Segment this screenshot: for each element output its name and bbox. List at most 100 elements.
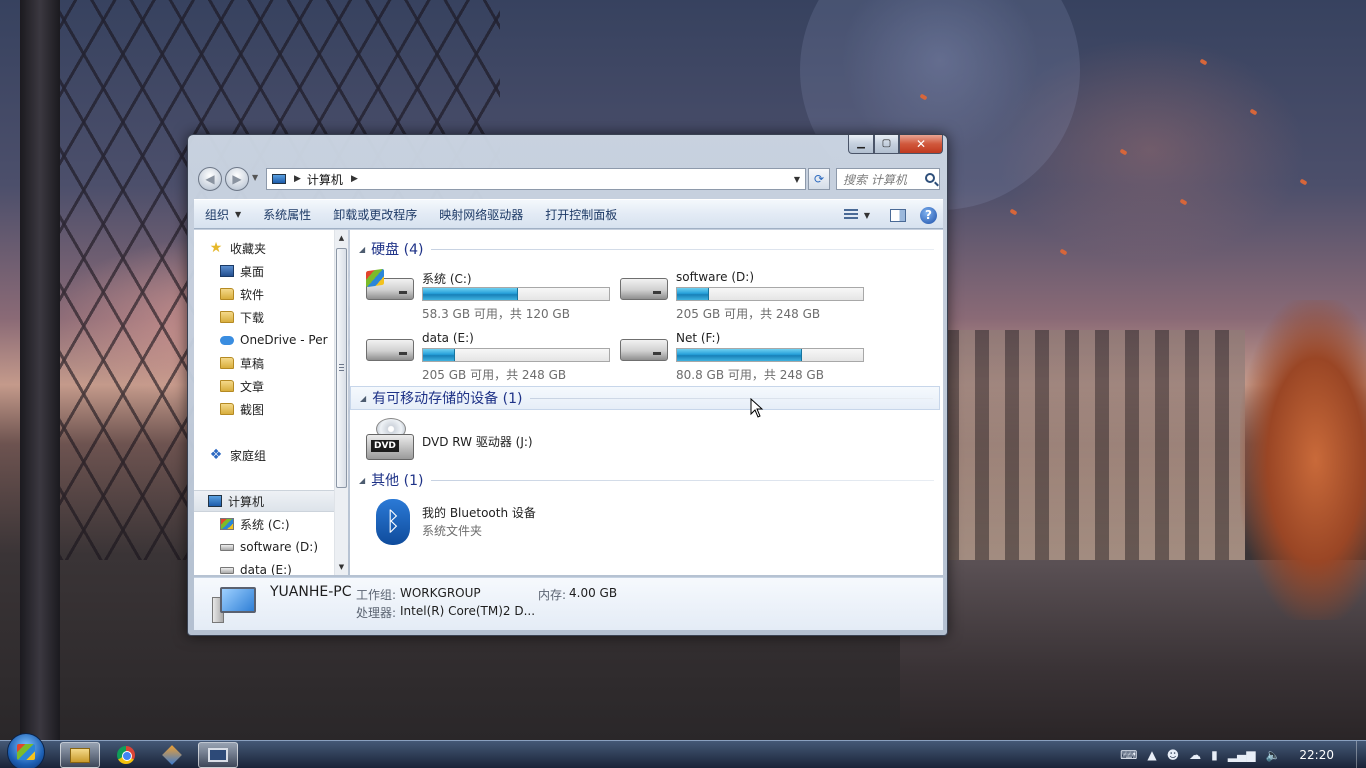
drive-item-f[interactable]: Net (F:) 80.8 GB 可用，共 248 GB (604, 325, 864, 382)
search-icon[interactable] (925, 173, 935, 183)
taskbar-chrome[interactable] (106, 742, 146, 768)
memory-label: 内存: (538, 588, 567, 602)
refresh-button[interactable]: ⟳ (808, 168, 830, 190)
power-icon[interactable]: ▮ (1211, 749, 1218, 761)
close-button[interactable]: ✕ (899, 135, 943, 154)
scroll-up-icon[interactable]: ▲ (335, 230, 348, 246)
nav-item-homegroup[interactable]: ❖ 家庭组 (208, 444, 344, 466)
nav-item-drive-e[interactable]: data (E:) (220, 559, 348, 575)
collapse-arrow-icon[interactable]: ◢ (359, 476, 365, 485)
nav-item-label: 下载 (240, 310, 265, 325)
command-bar: 组织 ▼ 系统属性 卸载或更改程序 映射网络驱动器 打开控制面板 ▼ ? (194, 199, 943, 229)
drive-name: data (E:) (422, 331, 474, 345)
show-desktop-button[interactable] (1356, 741, 1366, 768)
address-bar[interactable]: ▶ 计算机 ▶ ▼ (266, 168, 806, 190)
system-properties-button[interactable]: 系统属性 (252, 199, 322, 229)
uninstall-program-button[interactable]: 卸载或更改程序 (322, 199, 428, 229)
drive-item-d[interactable]: software (D:) 205 GB 可用，共 248 GB (604, 264, 864, 321)
navpane-scrollbar[interactable]: ▲ ▼ (334, 230, 348, 575)
wallpaper-building (945, 330, 1245, 570)
back-button[interactable]: ◀ (198, 167, 222, 191)
wallpaper-leaf (1199, 58, 1208, 66)
drive-free-space: 80.8 GB 可用，共 248 GB (676, 368, 824, 382)
help-icon[interactable]: ? (920, 206, 937, 224)
nav-item-desktop[interactable]: 桌面 (220, 260, 348, 282)
drive-item-c[interactable]: 系统 (C:) 58.3 GB 可用，共 120 GB (350, 264, 610, 321)
collapse-arrow-icon[interactable]: ◢ (359, 245, 365, 254)
show-hidden-icons-icon[interactable]: ▲ (1147, 749, 1156, 761)
drive-item-e[interactable]: data (E:) 205 GB 可用，共 248 GB (350, 325, 610, 382)
explorer-window[interactable]: ▁ ▢ ✕ ◀ ▶ ▼ ▶ 计算机 ▶ ▼ ⟳ 搜索 计算机 组织 ▼ 系统属性… (187, 134, 948, 636)
preview-pane-icon[interactable] (890, 208, 906, 222)
minimize-button[interactable]: ▁ (848, 135, 874, 154)
nav-item-drafts[interactable]: 草稿 (220, 352, 348, 374)
group-header-hard-disks[interactable]: ◢ 硬盘 (4) (350, 237, 940, 261)
content-pane: ◢ 硬盘 (4) 系统 (C:) 58.3 GB 可用，共 120 GB sof… (350, 230, 943, 575)
taskbar-app[interactable] (152, 742, 192, 768)
collapse-arrow-icon[interactable]: ◢ (360, 394, 366, 403)
drive-name: 系统 (C:) (422, 272, 472, 286)
maximize-button[interactable]: ▢ (874, 135, 899, 154)
windows-drive-icon (220, 518, 234, 530)
organize-button[interactable]: 组织 ▼ (194, 199, 252, 229)
dvd-drive-icon: DVD (366, 418, 414, 464)
breadcrumb-computer[interactable]: 计算机 (307, 171, 343, 188)
computer-icon (208, 495, 222, 507)
nav-item-label: 系统 (C:) (240, 517, 290, 532)
bluetooth-devices-item[interactable]: ᛒ 我的 Bluetooth 设备 系统文件夹 (350, 496, 600, 548)
nav-item-label: 桌面 (240, 264, 265, 279)
network-icon[interactable]: ▂▄▆ (1228, 749, 1256, 761)
breadcrumb-arrow-icon[interactable]: ▶ (351, 174, 358, 184)
drive-icon (220, 543, 234, 551)
drive-usage-fill (677, 349, 802, 361)
group-header-other[interactable]: ◢ 其他 (1) (350, 468, 940, 492)
dvd-drive-item[interactable]: DVD DVD RW 驱动器 (J:) (350, 410, 600, 466)
keyboard-icon[interactable]: ⌨ (1120, 749, 1137, 761)
nav-item-favorites[interactable]: ★ 收藏夹 (208, 237, 344, 259)
taskbar-clock[interactable]: 22:20 (1299, 748, 1334, 762)
hard-drive-icon (366, 339, 414, 361)
drive-name: Net (F:) (676, 331, 721, 345)
wallpaper-leaf (1249, 108, 1258, 116)
nav-item-onedrive[interactable]: OneDrive - Per (220, 329, 332, 351)
map-network-drive-button[interactable]: 映射网络驱动器 (428, 199, 534, 229)
breadcrumb-arrow-icon[interactable]: ▶ (294, 174, 301, 184)
group-header-removable[interactable]: ◢ 有可移动存储的设备 (1) (350, 386, 940, 410)
change-view-icon[interactable] (843, 209, 858, 221)
processor-value: Intel(R) Core(TM)2 D... (400, 604, 536, 618)
nav-item-downloads[interactable]: 下载 (220, 306, 348, 328)
qq-icon[interactable]: ☻ (1167, 749, 1180, 761)
chevron-down-icon: ▼ (235, 209, 242, 219)
forward-button[interactable]: ▶ (225, 167, 249, 191)
nav-item-drive-c[interactable]: 系统 (C:) (220, 513, 348, 535)
recent-pages-dropdown[interactable]: ▼ (252, 173, 258, 182)
nav-item-label: data (E:) (240, 563, 292, 575)
volume-muted-icon[interactable]: 🔈 (1265, 749, 1280, 761)
nav-item-screenshots[interactable]: 截图 (220, 398, 348, 420)
item-name: 我的 Bluetooth 设备 (422, 506, 536, 520)
nav-item-drive-d[interactable]: software (D:) (220, 536, 348, 558)
scrollbar-thumb[interactable] (336, 248, 347, 488)
remote-desktop-icon (208, 748, 228, 762)
chevron-down-icon[interactable]: ▼ (864, 211, 870, 220)
nav-item-software[interactable]: 软件 (220, 283, 348, 305)
search-input[interactable]: 搜索 计算机 (836, 168, 940, 190)
taskbar-remote-desktop[interactable] (198, 742, 238, 768)
nav-item-articles[interactable]: 文章 (220, 375, 348, 397)
workgroup-label: 工作组: (356, 588, 397, 602)
scroll-down-icon[interactable]: ▼ (335, 559, 348, 575)
drive-name: software (D:) (676, 270, 754, 284)
taskbar-explorer[interactable] (60, 742, 100, 768)
desktop-icon (220, 265, 234, 277)
folder-icon (220, 380, 234, 392)
group-divider (431, 479, 934, 481)
group-title: 有可移动存储的设备 (1) (372, 391, 523, 407)
nav-item-computer[interactable]: 计算机 (194, 490, 334, 512)
workgroup-value: WORKGROUP (400, 586, 481, 600)
computer-icon (272, 174, 286, 184)
address-dropdown-button[interactable]: ▼ (789, 169, 805, 189)
open-control-panel-button[interactable]: 打开控制面板 (534, 199, 628, 229)
start-button[interactable] (7, 733, 45, 768)
cloud-icon[interactable]: ☁ (1189, 749, 1201, 761)
drive-usage-bar (676, 287, 864, 301)
